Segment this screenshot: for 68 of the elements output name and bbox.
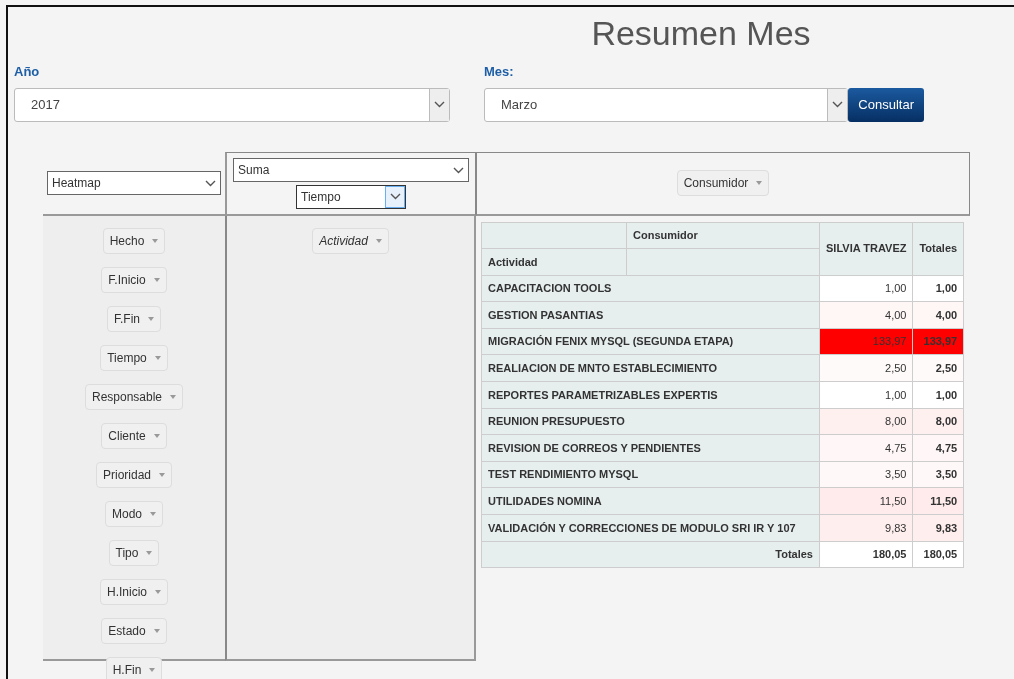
row-header: TEST RENDIMIENTO MYSQL bbox=[481, 461, 820, 488]
caret-icon bbox=[153, 277, 160, 282]
page-title: Resumen Mes bbox=[590, 13, 812, 54]
field-chip[interactable]: Actividad bbox=[312, 227, 389, 254]
heat-cell: 133,97 bbox=[819, 328, 913, 355]
consultar-button[interactable]: Consultar bbox=[848, 87, 924, 122]
row-header: REUNION PRESUPUESTO bbox=[481, 408, 820, 435]
heat-cell: 8,00 bbox=[819, 408, 913, 435]
column-header: Totales bbox=[912, 222, 964, 276]
row-header: MIGRACIÓN FENIX MYSQL (SEGUNDA ETAPA) bbox=[481, 328, 820, 355]
column-header: SILVIA TRAVEZ bbox=[819, 222, 913, 276]
attribute-select[interactable]: Tiempo bbox=[296, 184, 406, 209]
heat-cell: 1,00 bbox=[819, 381, 913, 409]
total-cell: 180,05 bbox=[819, 541, 913, 568]
chevron-down-icon bbox=[434, 101, 445, 108]
row-header: CAPACITACION TOOLS bbox=[481, 275, 820, 302]
field-chip[interactable]: Tiempo bbox=[100, 344, 168, 371]
caret-icon bbox=[153, 628, 160, 633]
year-select[interactable]: 2017 bbox=[14, 87, 450, 122]
field-chip[interactable]: Responsable bbox=[84, 383, 184, 410]
field-chip[interactable]: Prioridad bbox=[96, 461, 172, 488]
field-chip[interactable]: Tipo bbox=[108, 539, 160, 566]
heat-cell: 2,50 bbox=[819, 354, 913, 382]
field-chip[interactable]: F.Fin bbox=[107, 305, 161, 332]
heat-cell: 4,00 bbox=[819, 301, 913, 329]
row-header: VALIDACIÓN Y CORRECCIONES DE MODULO SRI IR Y 107 bbox=[481, 514, 820, 542]
caret-icon bbox=[159, 472, 165, 477]
row-header: GESTION PASANTIAS bbox=[481, 301, 820, 329]
field-chip[interactable]: Hecho bbox=[102, 227, 166, 254]
month-select[interactable]: Marzo bbox=[484, 87, 849, 122]
column-axis-header: Consumidor bbox=[626, 222, 820, 249]
caret-icon bbox=[155, 589, 161, 594]
chevron-down-icon bbox=[205, 179, 216, 187]
row-header: REPORTES PARAMETRIZABLES EXPERTIS bbox=[481, 381, 820, 409]
totals-label: Totales bbox=[481, 541, 820, 568]
heat-cell: 11,50 bbox=[819, 487, 913, 515]
caret-icon bbox=[756, 181, 763, 185]
chevron-down-icon bbox=[832, 101, 844, 108]
heat-cell: 1,00 bbox=[819, 275, 913, 302]
field-chip[interactable]: H.Fin bbox=[105, 656, 163, 679]
caret-icon bbox=[154, 355, 161, 360]
caret-icon bbox=[150, 511, 156, 516]
chevron-down-icon bbox=[389, 193, 401, 200]
row-header: REVISION DE CORREOS Y PENDIENTES bbox=[481, 434, 820, 462]
row-header: UTILIDADES NOMINA bbox=[481, 487, 820, 515]
chevron-down-icon bbox=[453, 166, 464, 174]
renderer-select[interactable]: Heatmap bbox=[47, 170, 221, 195]
field-chip[interactable]: Estado bbox=[101, 617, 167, 644]
heat-cell: 9,83 bbox=[819, 514, 913, 542]
caret-icon bbox=[149, 667, 156, 672]
caret-icon bbox=[375, 238, 382, 243]
field-chip[interactable]: F.Inicio bbox=[101, 266, 167, 293]
caret-icon bbox=[170, 394, 177, 399]
row-header: REALIACION DE MNTO ESTABLECIMIENTO bbox=[481, 354, 820, 382]
aggregator-select[interactable]: Suma bbox=[233, 157, 469, 182]
caret-icon bbox=[148, 316, 154, 321]
field-chip[interactable]: Cliente bbox=[101, 422, 167, 449]
heat-cell: 3,50 bbox=[819, 461, 913, 488]
row-axis-header: Actividad bbox=[481, 248, 627, 276]
heat-cell: 4,75 bbox=[819, 434, 913, 462]
year-label: Año bbox=[14, 63, 41, 81]
field-chip[interactable]: Modo bbox=[105, 500, 163, 527]
field-chip[interactable]: Consumidor bbox=[676, 170, 770, 196]
caret-icon bbox=[146, 550, 153, 555]
caret-icon bbox=[153, 433, 160, 438]
caret-icon bbox=[152, 238, 159, 243]
field-chip[interactable]: H.Inicio bbox=[100, 578, 168, 605]
month-label: Mes: bbox=[484, 63, 515, 81]
